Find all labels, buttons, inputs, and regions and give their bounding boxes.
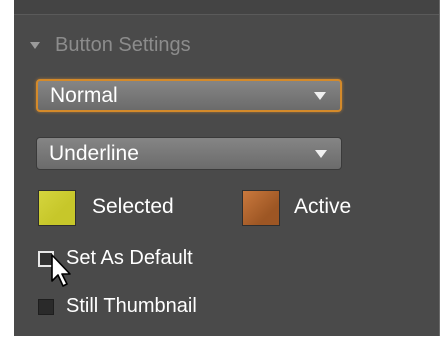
chevron-down-icon [315, 149, 327, 158]
set-as-default-label: Set As Default [66, 247, 193, 269]
still-thumbnail-row[interactable]: Still Thumbnail [38, 295, 197, 318]
screenshot-frame: Button Settings Normal Underline Selecte… [0, 0, 446, 345]
section-title: Button Settings [55, 33, 191, 56]
still-thumbnail-label: Still Thumbnail [66, 295, 197, 317]
button-settings-header[interactable]: Button Settings [14, 28, 439, 62]
set-as-default-row[interactable]: Set As Default [38, 247, 193, 270]
button-style-value: Normal [50, 83, 118, 107]
button-style-dropdown[interactable]: Normal [36, 79, 342, 112]
previous-section-strip [14, 0, 439, 15]
active-color-swatch[interactable] [242, 190, 280, 226]
chevron-down-icon [314, 91, 326, 100]
text-decoration-value: Underline [49, 141, 139, 165]
settings-panel: Button Settings Normal Underline Selecte… [14, 0, 440, 336]
selected-color-label: Selected [92, 195, 174, 218]
collapse-triangle-icon[interactable] [30, 41, 40, 49]
set-as-default-checkbox[interactable] [38, 250, 54, 267]
selected-color-swatch[interactable] [38, 190, 76, 226]
active-color-label: Active [294, 195, 352, 218]
still-thumbnail-checkbox[interactable] [38, 298, 54, 315]
text-decoration-dropdown[interactable]: Underline [36, 137, 342, 170]
